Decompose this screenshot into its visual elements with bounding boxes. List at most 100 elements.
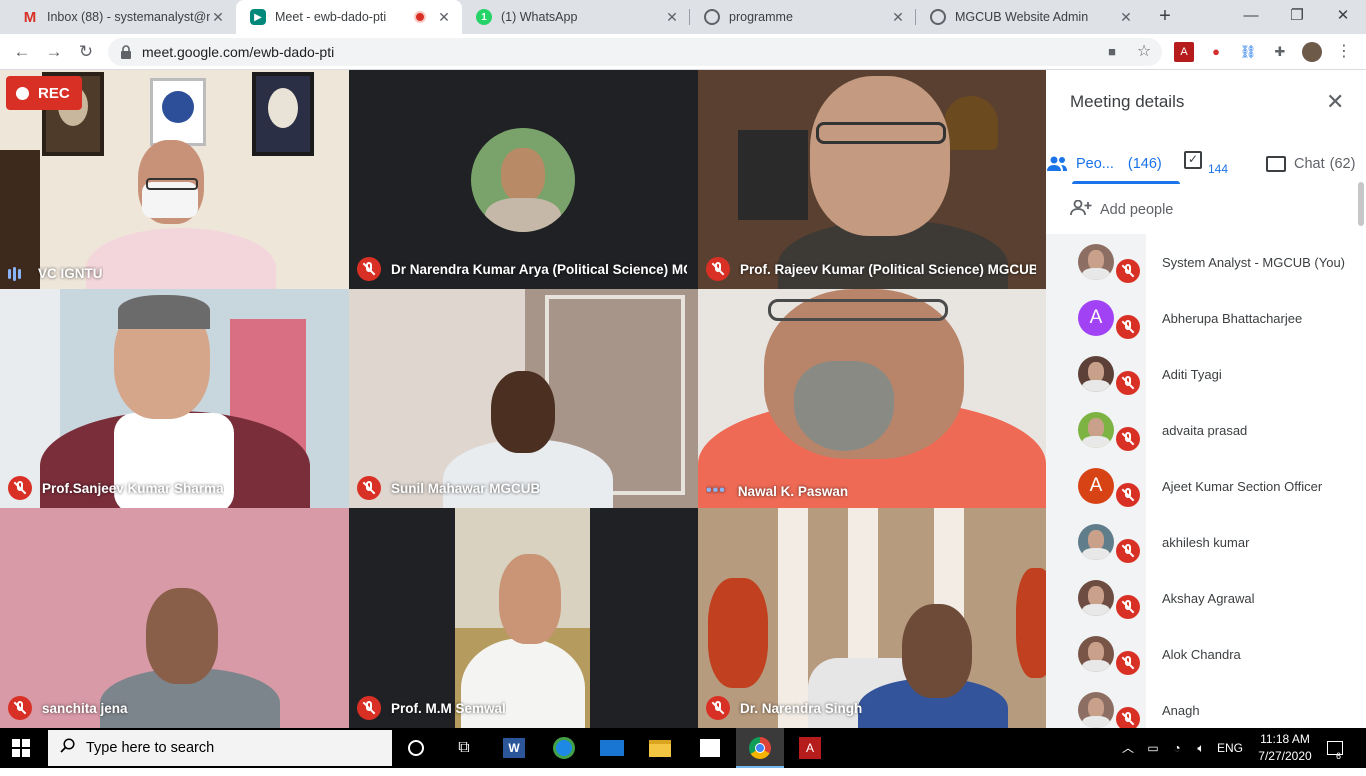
acrobat-icon[interactable]: A xyxy=(786,728,834,768)
participant-row[interactable]: Aditi Tyagi xyxy=(1046,346,1366,402)
participant-tile[interactable]: sanchita jena xyxy=(0,508,349,728)
tab-gmail[interactable]: M Inbox (88) - systemanalyst@mgcub.ac.in… xyxy=(8,0,236,34)
tab-title: Meet - ewb-dado-pti xyxy=(275,10,387,24)
participant-tile[interactable]: Prof. M.M Semwal xyxy=(349,508,698,728)
minimize-button[interactable]: — xyxy=(1228,0,1274,34)
taskbar-search[interactable]: Type here to search xyxy=(48,730,392,766)
participant-row[interactable]: advaita prasad xyxy=(1046,402,1366,458)
avatar xyxy=(1078,692,1114,728)
participant-tile[interactable]: Dr Narendra Kumar Arya (Political Scienc… xyxy=(349,70,698,289)
close-icon[interactable]: ✕ xyxy=(1118,9,1134,26)
star-icon[interactable]: ☆ xyxy=(1134,42,1154,62)
maximize-button[interactable]: ❐ xyxy=(1274,0,1320,34)
mic-off-icon xyxy=(1116,259,1140,283)
camera-icon[interactable]: ■ xyxy=(1102,42,1122,62)
tab-title: programme xyxy=(729,10,793,24)
mail-icon[interactable] xyxy=(588,728,636,768)
participant-name: Akshay Agrawal xyxy=(1162,591,1255,606)
participant-row[interactable]: Anagh xyxy=(1046,682,1366,728)
close-icon[interactable]: ✕ xyxy=(210,9,226,26)
wifi-icon[interactable]: ◔ xyxy=(1166,728,1188,768)
language-indicator[interactable]: ENG xyxy=(1214,728,1246,768)
participant-tile[interactable]: Sunil Mahawar MGCUB xyxy=(349,289,698,508)
tab-mgcub-admin[interactable]: MGCUB Website Admin ✕ xyxy=(916,0,1144,34)
notifications-button[interactable]: 6 xyxy=(1322,728,1348,768)
tab-programme[interactable]: programme ✕ xyxy=(690,0,916,34)
participant-name: Alok Chandra xyxy=(1162,647,1241,662)
chrome-icon[interactable] xyxy=(736,728,784,768)
chat-icon xyxy=(1266,156,1286,172)
lock-icon xyxy=(120,45,132,59)
edge-icon[interactable] xyxy=(540,728,588,768)
participant-name: ••• Nawal K. Paswan xyxy=(706,482,849,500)
mic-off-icon xyxy=(1116,595,1140,619)
close-icon[interactable]: ✕ xyxy=(890,9,906,26)
windows-start-button[interactable] xyxy=(12,739,30,757)
whatsapp-icon: 1 xyxy=(476,9,492,25)
participant-row[interactable]: Alok Chandra xyxy=(1046,626,1366,682)
store-icon[interactable] xyxy=(686,728,734,768)
link-icon[interactable]: ⛓ xyxy=(1238,42,1258,62)
mic-off-icon xyxy=(1116,427,1140,451)
globe-icon xyxy=(930,9,946,25)
participant-tile[interactable]: ••• Nawal K. Paswan xyxy=(698,289,1046,508)
recording-icon xyxy=(414,11,426,23)
reload-button[interactable]: ↻ xyxy=(74,40,98,64)
participant-name: Prof. Rajeev Kumar (Political Science) M… xyxy=(706,257,1036,281)
avatar xyxy=(1078,412,1114,448)
mic-off-icon xyxy=(1116,539,1140,563)
participant-name: Aditi Tyagi xyxy=(1162,367,1222,382)
address-bar[interactable]: meet.google.com/ewb-dado-pti xyxy=(108,38,1162,66)
more-options-icon[interactable]: ••• xyxy=(706,482,726,500)
close-icon[interactable]: ✕ xyxy=(436,9,452,26)
tab-chat[interactable]: Chat (62) xyxy=(1266,144,1355,184)
tab-meet[interactable]: ▶ Meet - ewb-dado-pti ✕ xyxy=(236,0,462,34)
close-icon[interactable]: ✕ xyxy=(1326,90,1344,114)
participant-row[interactable]: akhilesh kumar xyxy=(1046,514,1366,570)
mic-off-icon xyxy=(1116,483,1140,507)
menu-icon[interactable]: ⋮ xyxy=(1334,42,1354,62)
people-icon xyxy=(1046,156,1068,172)
extensions-icon[interactable]: ✚ xyxy=(1270,42,1290,62)
participant-tile[interactable]: Prof. Rajeev Kumar (Political Science) M… xyxy=(698,70,1046,289)
participant-tile[interactable]: Prof.Sanjeev Kumar Sharma xyxy=(0,289,349,508)
task-view-icon[interactable]: ⧉ xyxy=(440,728,488,768)
avatar xyxy=(1078,356,1114,392)
clock[interactable]: 11:18 AM 7/27/2020 xyxy=(1250,731,1320,765)
active-tab-indicator xyxy=(1072,181,1180,184)
new-tab-button[interactable]: + xyxy=(1154,5,1176,27)
participant-row[interactable]: A Abherupa Bhattacharjee xyxy=(1046,290,1366,346)
word-icon[interactable]: W xyxy=(490,728,538,768)
show-hidden-icons[interactable]: ︿ xyxy=(1118,728,1138,768)
tab-activities[interactable]: ✓ 144 xyxy=(1184,144,1228,184)
audio-level-icon xyxy=(8,266,26,281)
participant-name: Anagh xyxy=(1162,703,1200,718)
pdf-extension-icon[interactable]: A xyxy=(1174,42,1194,62)
participant-row[interactable]: Akshay Agrawal xyxy=(1046,570,1366,626)
clock-time: 11:18 AM xyxy=(1260,732,1310,746)
mic-off-icon xyxy=(1116,707,1140,728)
scrollbar[interactable] xyxy=(1358,182,1364,226)
battery-icon[interactable]: ▭ xyxy=(1142,728,1164,768)
volume-icon[interactable]: 🔈︎ xyxy=(1190,728,1212,768)
mic-off-icon xyxy=(357,257,381,281)
participant-row[interactable]: System Analyst - MGCUB (You) xyxy=(1046,234,1366,290)
tab-people[interactable]: Peo... (146) xyxy=(1046,144,1162,184)
participant-tile[interactable]: Dr. Narendra Singh xyxy=(698,508,1046,728)
apple-extension-icon[interactable]: ● xyxy=(1206,42,1226,62)
participant-row[interactable]: A Ajeet Kumar Section Officer xyxy=(1046,458,1366,514)
participant-name: akhilesh kumar xyxy=(1162,535,1250,550)
file-explorer-icon[interactable] xyxy=(636,728,684,768)
participant-tile[interactable]: REC VC IGNTU xyxy=(0,70,349,289)
close-icon[interactable]: ✕ xyxy=(664,9,680,26)
add-person-icon xyxy=(1070,199,1092,220)
profile-avatar[interactable] xyxy=(1302,42,1322,62)
forward-button[interactable]: → xyxy=(42,40,66,64)
record-icon xyxy=(16,86,29,100)
tab-whatsapp[interactable]: 1 (1) WhatsApp ✕ xyxy=(462,0,690,34)
close-window-button[interactable]: ✕ xyxy=(1320,0,1366,34)
tab-title: Inbox (88) - systemanalyst@mgcub.ac.in xyxy=(47,10,210,24)
cortana-icon[interactable] xyxy=(392,728,440,768)
back-button[interactable]: ← xyxy=(10,40,34,64)
add-people-button[interactable]: Add people xyxy=(1070,199,1173,220)
